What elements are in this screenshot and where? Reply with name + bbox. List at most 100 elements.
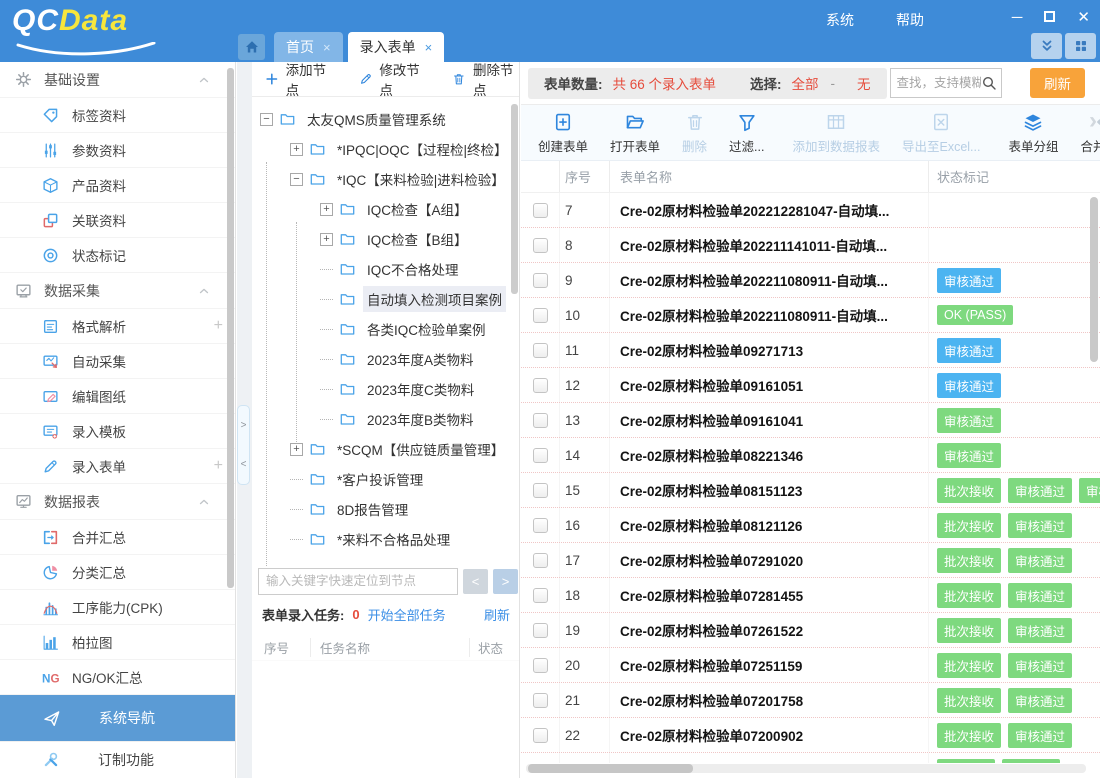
menu-system[interactable]: 系统: [826, 10, 854, 30]
table-row[interactable]: 10Cre-02原材料检验单202211080911-自动填...OK (PAS…: [521, 298, 1100, 333]
close-tab-icon[interactable]: ×: [323, 40, 331, 55]
row-checkbox[interactable]: [533, 238, 548, 253]
row-checkbox[interactable]: [533, 553, 548, 568]
row-checkbox[interactable]: [533, 658, 548, 673]
prev-match-button[interactable]: <: [463, 569, 488, 594]
filter-button[interactable]: 过滤...: [718, 112, 775, 155]
sidebar-item-product-data[interactable]: 产品资料: [0, 168, 235, 203]
refresh-button[interactable]: 刷新: [1030, 68, 1085, 98]
sidebar-item-relation-data[interactable]: 关联资料: [0, 203, 235, 238]
table-vscrollbar-thumb[interactable]: [1090, 197, 1098, 362]
row-checkbox[interactable]: [533, 483, 548, 498]
tab-homepage[interactable]: 首页 ×: [274, 32, 343, 62]
tree-node[interactable]: 8D报告管理: [252, 494, 519, 524]
tree-node-label[interactable]: IQC不合格处理: [363, 256, 463, 282]
collapse-node-toggle[interactable]: −: [260, 113, 273, 126]
add-node-button[interactable]: 添加节点: [265, 59, 332, 99]
system-nav-button[interactable]: 系统导航: [0, 695, 235, 741]
refresh-tasks-link[interactable]: 刷新: [484, 605, 510, 624]
form-name[interactable]: Cre-02原材料检验单202212281047-自动填...: [609, 193, 928, 227]
table-row[interactable]: 20Cre-02原材料检验单07251159批次接收审核通过: [521, 648, 1100, 683]
form-name[interactable]: Cre-02原材料检验单08151123: [609, 473, 928, 507]
select-none-link[interactable]: 无: [857, 73, 871, 93]
search-icon[interactable]: [981, 75, 997, 91]
row-checkbox[interactable]: [533, 623, 548, 638]
group-forms-button[interactable]: 表单分组: [997, 112, 1069, 155]
form-name[interactable]: Cre-02原材料检验单08221346: [609, 438, 928, 472]
expand-node-toggle[interactable]: +: [320, 233, 333, 246]
table-row[interactable]: 12Cre-02原材料检验单09161051审核通过: [521, 368, 1100, 403]
form-name[interactable]: Cre-02原材料检验单07281455: [609, 578, 928, 612]
maximize-button[interactable]: [1044, 9, 1055, 26]
table-row[interactable]: 16Cre-02原材料检验单08121126批次接收审核通过: [521, 508, 1100, 543]
tree-node[interactable]: +*SCQM【供应链质量管理】: [252, 434, 519, 464]
open-form-button[interactable]: 打开表单: [599, 112, 671, 155]
row-checkbox[interactable]: [533, 518, 548, 533]
tree-node[interactable]: 2023年度C类物料: [252, 374, 519, 404]
row-checkbox[interactable]: [533, 763, 548, 764]
row-checkbox[interactable]: [533, 728, 548, 743]
tree-node-label[interactable]: IQC检查【A组】: [363, 196, 472, 222]
tree-node[interactable]: 自动填入检测项目案例: [252, 284, 519, 314]
tree-node-label[interactable]: *来料不合格品处理: [333, 526, 454, 552]
custom-functions-button[interactable]: 订制功能: [0, 741, 235, 778]
form-name[interactable]: Cre-02原材料检验单07251159: [609, 648, 928, 682]
select-all-link[interactable]: 全部: [792, 73, 819, 93]
sidebar-item-parameter-data[interactable]: 参数资料: [0, 133, 235, 168]
collapse-node-toggle[interactable]: −: [290, 173, 303, 186]
row-checkbox[interactable]: [533, 693, 548, 708]
table-row[interactable]: 15Cre-02原材料检验单08151123批次接收审核通过审核通过: [521, 473, 1100, 508]
sidebar-section-basic-settings[interactable]: 基础设置: [0, 62, 235, 98]
create-form-button[interactable]: 创建表单: [527, 112, 599, 155]
tree-node-label[interactable]: 8D报告管理: [333, 496, 412, 522]
tree-node-label[interactable]: 太友QMS质量管理系统: [303, 106, 450, 132]
table-row[interactable]: 11Cre-02原材料检验单09271713审核通过: [521, 333, 1100, 368]
form-name[interactable]: Cre-02原材料检验单07201758: [609, 683, 928, 717]
tree-node[interactable]: +IQC检查【A组】: [252, 194, 519, 224]
tree-node-label[interactable]: 2023年度B类物料: [363, 406, 478, 432]
table-row[interactable]: 9Cre-02原材料检验单202211080911-自动填...审核通过: [521, 263, 1100, 298]
home-tab-button[interactable]: [238, 34, 265, 60]
tree-node[interactable]: 各类IQC检验单案例: [252, 314, 519, 344]
sidebar-item-ngok-summary[interactable]: NGNG/OK汇总: [0, 660, 235, 695]
tree-node[interactable]: +*IPQC|OQC【过程检|终检】: [252, 134, 519, 164]
tree-node-label[interactable]: *客户投诉管理: [333, 466, 427, 492]
sidebar-item-label-data[interactable]: 标签资料: [0, 98, 235, 133]
tree-node-label[interactable]: 2023年度A类物料: [363, 346, 478, 372]
table-row[interactable]: 21Cre-02原材料检验单07201758批次接收审核通过: [521, 683, 1100, 718]
sidebar-item-entry-template[interactable]: 录入模板: [0, 414, 235, 449]
modify-node-button[interactable]: 修改节点: [359, 59, 426, 99]
start-all-tasks-link[interactable]: 开始全部任务: [368, 605, 446, 624]
tree-node[interactable]: 2023年度A类物料: [252, 344, 519, 374]
tree-node-label[interactable]: IQC检查【B组】: [363, 226, 472, 252]
row-checkbox[interactable]: [533, 448, 548, 463]
table-row[interactable]: 7Cre-02原材料检验单202212281047-自动填...: [521, 193, 1100, 228]
form-name[interactable]: Cre-02原材料检验单202211080911-自动填...: [609, 263, 928, 297]
expand-node-toggle[interactable]: +: [290, 143, 303, 156]
sidebar-item-merge-summary[interactable]: 合并汇总: [0, 520, 235, 555]
row-checkbox[interactable]: [533, 378, 548, 393]
row-checkbox[interactable]: [533, 588, 548, 603]
row-checkbox[interactable]: [533, 343, 548, 358]
tree-node-label[interactable]: *SCQM【供应链质量管理】: [333, 436, 508, 462]
table-row[interactable]: 19Cre-02原材料检验单07261522批次接收审核通过: [521, 613, 1100, 648]
sidebar-item-format-parse[interactable]: 格式解析+: [0, 309, 235, 344]
row-checkbox[interactable]: [533, 273, 548, 288]
table-row[interactable]: 18Cre-02原材料检验单07281455批次接收审核通过: [521, 578, 1100, 613]
sidebar-scrollbar-thumb[interactable]: [227, 68, 234, 588]
minimize-button[interactable]: ─: [1012, 9, 1023, 26]
form-name[interactable]: Cre-02原材料检验单09161051: [609, 368, 928, 402]
tree-node[interactable]: + IQC检查【B组】: [252, 224, 519, 254]
form-name[interactable]: Cre-02原材料检验单08121126: [609, 508, 928, 542]
tree-node-label[interactable]: 2023年度C类物料: [363, 376, 478, 402]
table-hscrollbar-thumb[interactable]: [528, 764, 693, 773]
tree-node-label[interactable]: *IQC【来料检验|进料检验】: [333, 166, 509, 192]
tree-node[interactable]: − *IQC【来料检验|进料检验】: [252, 164, 519, 194]
tree-node-label[interactable]: 各类IQC检验单案例: [363, 316, 490, 342]
collapse-panel-handle[interactable]: > <: [237, 405, 250, 485]
sidebar-section-data-collection[interactable]: 数据采集: [0, 273, 235, 309]
form-name[interactable]: Cre-02原材料检验单09161041: [609, 403, 928, 437]
sidebar-section-data-report[interactable]: 数据报表: [0, 484, 235, 520]
sidebar-item-edit-drawing[interactable]: 编辑图纸: [0, 379, 235, 414]
tree-node[interactable]: IQC不合格处理: [252, 254, 519, 284]
